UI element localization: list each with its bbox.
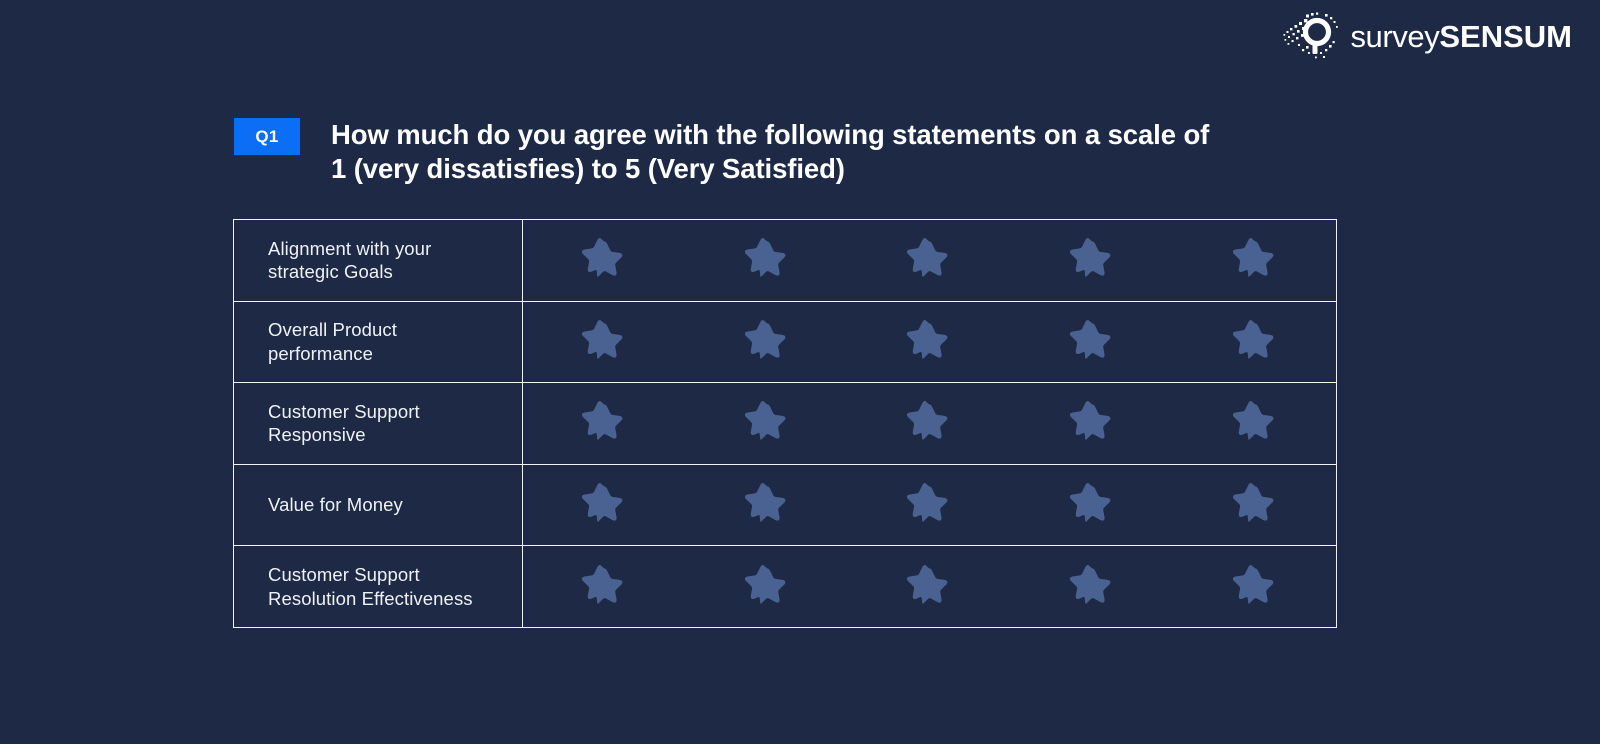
star-icon: [582, 238, 623, 278]
rating-option-4[interactable]: [1011, 238, 1174, 282]
brand-name-bold: SENSUM: [1439, 18, 1572, 54]
rating-option-3[interactable]: [848, 238, 1011, 282]
star-icon: [907, 238, 948, 278]
row-label-cell: Value for Money: [234, 464, 523, 546]
row-label-text: Customer Support Responsive: [268, 401, 420, 446]
row-rating-scale: [523, 546, 1336, 627]
question-title: How much do you agree with the following…: [331, 118, 1209, 185]
rating-matrix-table: Alignment with your strategic Goals Over…: [233, 219, 1337, 628]
row-label-text: Customer Support Resolution Effectivenes…: [268, 564, 473, 609]
table-row: Value for Money: [234, 464, 1336, 547]
question-title-line-1: How much do you agree with the following…: [331, 119, 1210, 150]
rating-option-4[interactable]: [1011, 483, 1174, 527]
star-icon: [582, 564, 623, 604]
table-row: Customer Support Resolution Effectivenes…: [234, 546, 1336, 627]
rating-option-3[interactable]: [848, 319, 1011, 364]
rating-option-1[interactable]: [523, 238, 686, 282]
rating-option-4[interactable]: [1011, 564, 1174, 609]
star-icon: [907, 564, 948, 604]
rating-option-2[interactable]: [686, 401, 849, 445]
question-number-badge: Q1: [234, 118, 300, 155]
rating-option-1[interactable]: [523, 564, 686, 609]
star-icon: [1232, 564, 1274, 604]
row-label-cell: Customer Support Resolution Effectivenes…: [234, 546, 523, 627]
row-rating-scale: [523, 302, 1336, 383]
table-row: Customer Support Responsive: [234, 383, 1336, 465]
star-icon: [1070, 319, 1111, 359]
row-rating-scale: [523, 383, 1336, 464]
star-icon: [744, 238, 786, 278]
rating-option-2[interactable]: [686, 238, 849, 282]
star-icon: [907, 401, 948, 441]
star-icon: [582, 401, 623, 441]
brand-name: surveySENSUM: [1350, 21, 1572, 52]
star-icon: [1070, 401, 1111, 441]
star-icon: [1070, 238, 1111, 278]
star-icon: [1232, 401, 1274, 441]
rating-option-2[interactable]: [686, 564, 849, 609]
rating-option-2[interactable]: [686, 483, 849, 527]
row-label-cell: Customer Support Responsive: [234, 383, 523, 464]
slide-canvas: surveySENSUM Q1 How much do you agree wi…: [0, 0, 1600, 744]
rating-option-1[interactable]: [523, 319, 686, 364]
rating-option-3[interactable]: [848, 401, 1011, 445]
row-rating-scale: [523, 465, 1336, 546]
row-label-text: Value for Money: [268, 494, 403, 516]
rating-option-5[interactable]: [1173, 238, 1336, 282]
row-label-text: Overall Product performance: [268, 319, 397, 364]
rating-option-1[interactable]: [523, 401, 686, 445]
row-label-text: Alignment with your strategic Goals: [268, 237, 432, 283]
rating-option-5[interactable]: [1173, 483, 1336, 527]
star-icon: [907, 483, 948, 522]
brand-name-light: survey: [1350, 18, 1440, 54]
magnifier-pixel-icon: [1283, 12, 1339, 59]
star-icon: [1070, 483, 1111, 522]
star-icon: [907, 319, 948, 359]
rating-option-4[interactable]: [1011, 401, 1174, 445]
star-icon: [744, 319, 786, 359]
question-header: Q1 How much do you agree with the follow…: [234, 118, 1209, 185]
rating-option-2[interactable]: [686, 319, 849, 364]
star-icon: [1232, 319, 1274, 359]
star-icon: [1232, 483, 1274, 522]
rating-option-5[interactable]: [1173, 564, 1336, 609]
star-icon: [582, 483, 623, 522]
star-icon: [744, 401, 786, 441]
star-icon: [582, 319, 623, 359]
star-icon: [1232, 238, 1274, 278]
rating-option-1[interactable]: [523, 483, 686, 527]
row-label-cell: Overall Product performance: [234, 301, 523, 383]
rating-option-5[interactable]: [1173, 319, 1336, 364]
row-rating-scale: [523, 220, 1336, 301]
rating-option-3[interactable]: [848, 564, 1011, 609]
brand-logo: surveySENSUM: [1282, 12, 1572, 60]
table-row: Overall Product performance: [234, 301, 1336, 384]
table-row: Alignment with your strategic Goals: [234, 220, 1336, 302]
rating-option-5[interactable]: [1173, 401, 1336, 445]
star-icon: [1070, 564, 1111, 604]
question-title-line-2: 1 (very dissatisfies) to 5 (Very Satisfi…: [331, 152, 845, 184]
star-icon: [744, 564, 786, 604]
rating-option-3[interactable]: [848, 483, 1011, 527]
row-label-cell: Alignment with your strategic Goals: [234, 220, 523, 301]
star-icon: [744, 483, 786, 522]
rating-option-4[interactable]: [1011, 319, 1174, 364]
